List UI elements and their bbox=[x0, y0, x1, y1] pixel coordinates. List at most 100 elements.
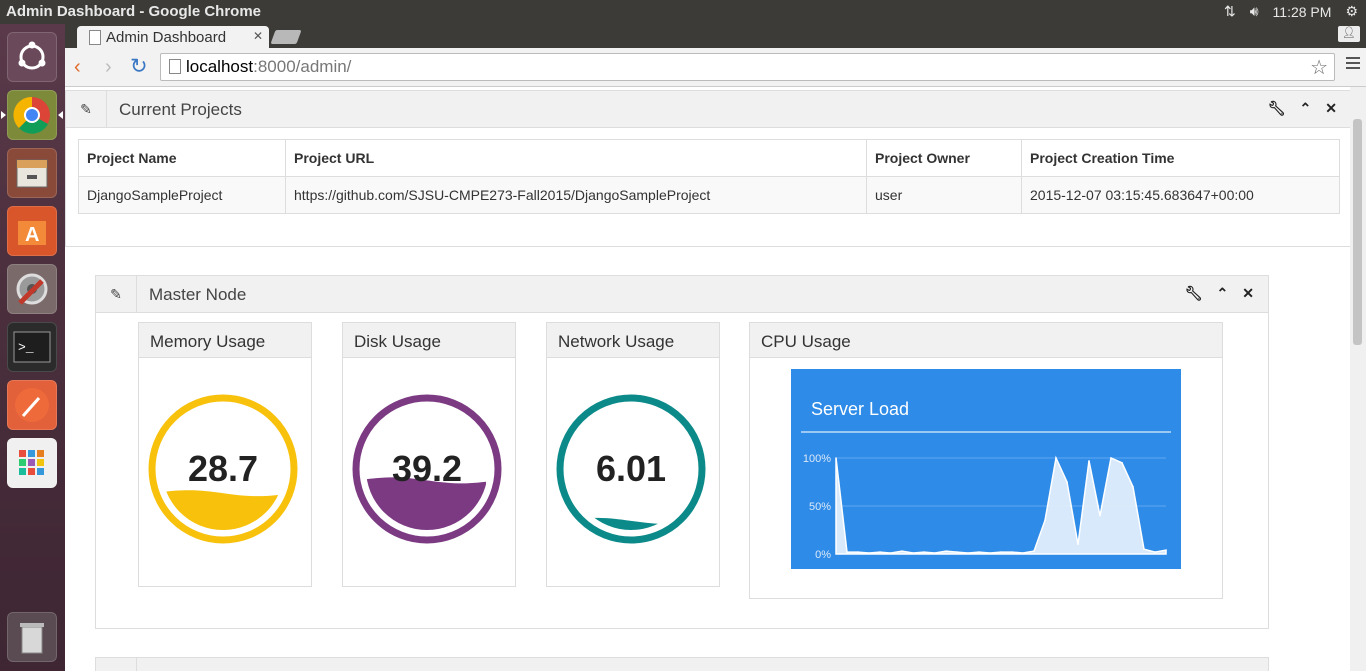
data-point bbox=[901, 550, 903, 552]
data-point bbox=[1088, 460, 1090, 462]
files-launcher-icon[interactable] bbox=[7, 148, 57, 198]
disk-gauge: 39.2 bbox=[352, 394, 502, 544]
browser-toolbar: ‹ › ↻ localhost:8000/admin/ ☆ bbox=[65, 48, 1366, 87]
system-tray: ⇅ 🔊︎ 11:28 PM ⚙ bbox=[1224, 3, 1358, 20]
tab-label: Admin Dashboard bbox=[106, 29, 227, 46]
next-widget-partial bbox=[95, 657, 1269, 671]
gauge-value: 28.7 bbox=[188, 448, 258, 489]
data-point bbox=[1132, 486, 1134, 488]
table-cell: https://github.com/SJSU-CMPE273-Fall2015… bbox=[285, 176, 867, 214]
profile-icon[interactable]: 👤︎ bbox=[1338, 26, 1360, 42]
data-point bbox=[1099, 514, 1101, 517]
software-center-icon[interactable]: A bbox=[7, 206, 57, 256]
y-tick-label: 100% bbox=[803, 453, 831, 465]
data-point bbox=[857, 551, 859, 553]
app-grid-icon[interactable] bbox=[7, 438, 57, 488]
data-point bbox=[1000, 551, 1002, 553]
reload-icon[interactable]: ↻ bbox=[130, 54, 148, 79]
close-icon[interactable]: ✕ bbox=[1242, 285, 1254, 302]
wrench-icon[interactable]: 🔧︎ bbox=[1268, 100, 1286, 117]
url-text[interactable]: localhost:8000/admin/ bbox=[186, 57, 351, 77]
data-point bbox=[868, 552, 870, 554]
column-header: Project URL bbox=[285, 139, 867, 177]
y-tick-label: 0% bbox=[815, 549, 831, 561]
data-point bbox=[934, 552, 936, 554]
terminal-icon[interactable]: >_ bbox=[7, 322, 57, 372]
system-settings-icon[interactable] bbox=[7, 264, 57, 314]
gauge-value: 6.01 bbox=[596, 448, 666, 489]
network-usage-card: Network Usage 6.01 bbox=[546, 322, 720, 587]
table-cell: DjangoSampleProject bbox=[78, 176, 286, 214]
page-favicon-icon bbox=[89, 30, 101, 45]
data-point bbox=[923, 551, 925, 553]
browser-tab-strip: Admin Dashboard ✕ 👤︎ bbox=[65, 24, 1366, 48]
memory-usage-card: Memory Usage 28.7 bbox=[138, 322, 312, 587]
data-point bbox=[1143, 548, 1145, 550]
forward-icon[interactable]: › bbox=[105, 56, 112, 79]
dash-home-icon[interactable] bbox=[7, 32, 57, 82]
projects-widget-header: ✎ Current Projects 🔧︎ ⌃ ✕ bbox=[66, 91, 1350, 128]
clock[interactable]: 11:28 PM bbox=[1273, 4, 1332, 20]
tab-close-icon[interactable]: ✕ bbox=[253, 29, 263, 43]
projects-widget-title: Current Projects bbox=[119, 100, 242, 119]
data-point bbox=[1066, 481, 1068, 483]
chart-title: Server Load bbox=[811, 399, 909, 419]
ubuntu-launcher: A >_ bbox=[0, 24, 65, 671]
page-scrollbar[interactable] bbox=[1350, 87, 1366, 671]
table-row[interactable]: DjangoSampleProject https://github.com/S… bbox=[78, 176, 1340, 214]
trash-icon[interactable] bbox=[7, 612, 57, 662]
chrome-launcher-icon[interactable] bbox=[1, 90, 63, 140]
data-point bbox=[1033, 550, 1035, 552]
card-title: Memory Usage bbox=[139, 323, 311, 358]
y-tick-label: 50% bbox=[809, 501, 831, 513]
edit-icon[interactable] bbox=[96, 658, 137, 671]
data-point bbox=[835, 457, 837, 459]
address-bar[interactable]: localhost:8000/admin/ ☆ bbox=[160, 53, 1335, 81]
data-point bbox=[1011, 551, 1013, 553]
svg-text:>_: >_ bbox=[18, 340, 34, 355]
table-header-row: Project Name Project URL Project Owner P… bbox=[78, 139, 1340, 177]
bookmark-star-icon[interactable]: ☆ bbox=[1310, 55, 1328, 80]
master-node-widget-header: ✎ Master Node 🔧︎ ⌃ ✕ bbox=[96, 276, 1268, 313]
collapse-icon[interactable]: ⌃ bbox=[1300, 100, 1312, 117]
cpu-usage-card: CPU Usage Server Load 100% 50% 0% bbox=[749, 322, 1223, 599]
wrench-icon[interactable]: 🔧︎ bbox=[1185, 285, 1203, 302]
column-header: Project Creation Time bbox=[1021, 139, 1340, 177]
projects-table: Project Name Project URL Project Owner P… bbox=[78, 139, 1340, 214]
column-header: Project Owner bbox=[866, 139, 1022, 177]
memory-gauge: 28.7 bbox=[148, 394, 298, 544]
postman-icon[interactable] bbox=[7, 380, 57, 430]
data-point bbox=[1055, 457, 1057, 459]
volume-icon[interactable]: 🔊︎ bbox=[1250, 3, 1259, 20]
data-point bbox=[1022, 552, 1024, 554]
projects-widget: ✎ Current Projects 🔧︎ ⌃ ✕ Project Name P… bbox=[65, 90, 1350, 247]
close-icon[interactable]: ✕ bbox=[1325, 100, 1337, 117]
data-point bbox=[846, 551, 848, 553]
card-title: Disk Usage bbox=[343, 323, 515, 358]
scrollbar-thumb[interactable] bbox=[1353, 119, 1362, 345]
settings-gear-icon[interactable]: ⚙ bbox=[1345, 3, 1358, 20]
page-viewport: ✎ Current Projects 🔧︎ ⌃ ✕ Project Name P… bbox=[65, 87, 1350, 671]
back-icon[interactable]: ‹ bbox=[74, 56, 81, 79]
new-tab-button[interactable] bbox=[270, 30, 302, 44]
edit-icon[interactable]: ✎ bbox=[96, 276, 137, 312]
disk-usage-card: Disk Usage 39.2 bbox=[342, 322, 516, 587]
server-load-chart: Server Load 100% 50% 0% bbox=[791, 369, 1181, 569]
network-icon[interactable]: ⇅ bbox=[1224, 3, 1236, 20]
column-header: Project Name bbox=[78, 139, 286, 177]
card-title: CPU Usage bbox=[750, 323, 1222, 358]
data-point bbox=[879, 551, 881, 553]
master-node-widget: ✎ Master Node 🔧︎ ⌃ ✕ Memory Usage 28.7 D… bbox=[95, 275, 1269, 629]
data-point bbox=[1110, 457, 1112, 459]
system-top-panel: Admin Dashboard - Google Chrome ⇅ 🔊︎ 11:… bbox=[0, 0, 1366, 24]
svg-text:A: A bbox=[25, 224, 39, 246]
window-title: Admin Dashboard - Google Chrome bbox=[6, 3, 262, 20]
tab-admin-dashboard[interactable]: Admin Dashboard ✕ bbox=[77, 26, 269, 48]
data-point bbox=[978, 551, 980, 553]
edit-icon[interactable]: ✎ bbox=[66, 91, 107, 127]
collapse-icon[interactable]: ⌃ bbox=[1217, 285, 1229, 302]
table-cell: 2015-12-07 03:15:45.683647+00:00 bbox=[1021, 176, 1340, 214]
data-point bbox=[890, 552, 892, 554]
chrome-menu-icon[interactable] bbox=[1346, 57, 1360, 72]
data-point bbox=[956, 551, 958, 553]
